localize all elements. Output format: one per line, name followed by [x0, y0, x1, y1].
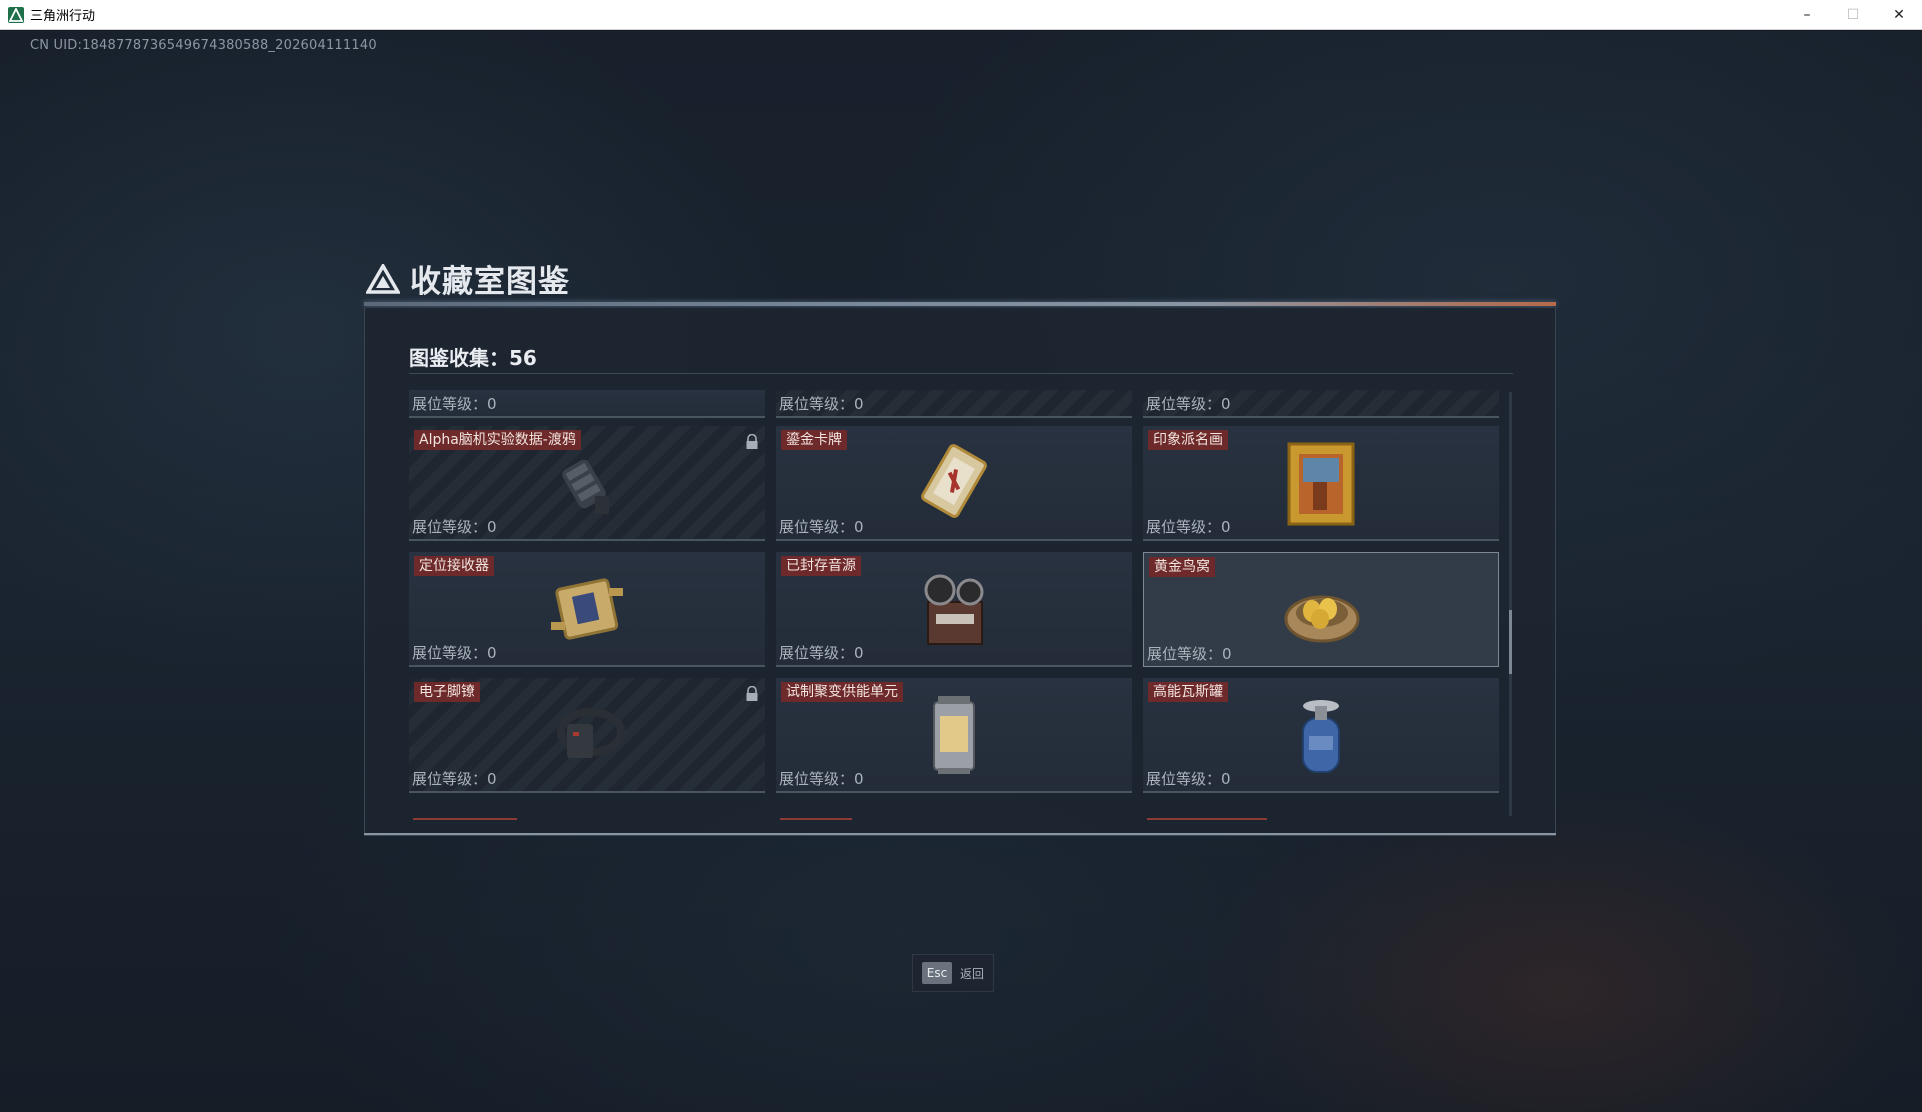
card-level: 展位等级：0 [1147, 645, 1232, 663]
next-row-accent [780, 818, 852, 820]
receiver-icon [551, 578, 623, 640]
grid-card-receiver[interactable]: 定位接收器 展位等级：0 [409, 552, 765, 667]
panel-bottom-divider [364, 833, 1556, 835]
painting-icon [1287, 442, 1355, 526]
grid-card-alpha-data[interactable]: Alpha脑机实验数据-渡鸦 展位等级：0 [409, 426, 765, 541]
card-level: 展位等级：0 [412, 770, 497, 788]
grid-card-reel-recorder[interactable]: 已封存音源 展位等级：0 [776, 552, 1132, 667]
card-level: 展位等级：0 [779, 518, 864, 536]
grid-card-ankle-monitor[interactable]: 电子脚镣 展位等级：0 [409, 678, 765, 793]
window-titlebar: 三角洲行动 – ☐ ✕ [0, 0, 1922, 30]
card-level: 展位等级：0 [1146, 770, 1231, 788]
card-level: 展位等级：0 [412, 644, 497, 662]
brain-device-icon [562, 459, 609, 514]
grid-card-fusion-unit[interactable]: 试制聚变供能单元 展位等级：0 [776, 678, 1132, 793]
card-name: 电子脚镣 [414, 682, 480, 702]
card-name: 试制聚变供能单元 [781, 682, 903, 702]
card-level: 展位等级：0 [779, 395, 864, 413]
golden-nest-icon [1284, 595, 1360, 643]
grid-card-gas-canister[interactable]: 高能瓦斯罐 展位等级：0 [1143, 678, 1499, 793]
close-button[interactable]: ✕ [1876, 0, 1922, 30]
panel-header: 收藏室图鉴 [364, 228, 1556, 306]
window-title: 三角洲行动 [30, 9, 96, 24]
back-label: 返回 [959, 966, 984, 981]
uid-label: CN UID:1848778736549674380588_2026041111… [30, 38, 377, 53]
card-level: 展位等级：0 [1146, 518, 1231, 536]
ankle-monitor-icon [557, 708, 625, 758]
gold-card-icon [921, 444, 987, 518]
card-level: 展位等级：0 [779, 644, 864, 662]
card-name: 印象派名画 [1148, 430, 1228, 450]
next-row-accent [1147, 818, 1267, 820]
app-logo-icon [8, 6, 24, 23]
collection-panel: 图鉴收集：56 展位等级：0 展位等级：0 展位等级：0 Alpha脑机实验数据… [364, 308, 1556, 836]
card-name: Alpha脑机实验数据-渡鸦 [414, 430, 581, 450]
back-button[interactable]: Esc 返回 [912, 954, 994, 992]
card-name: 高能瓦斯罐 [1148, 682, 1228, 702]
esc-key-icon: Esc [921, 962, 952, 984]
lock-icon [746, 434, 758, 449]
card-name: 定位接收器 [414, 556, 494, 576]
grid-card-partial[interactable]: 展位等级：0 [1143, 390, 1499, 418]
grid-card-gold-card[interactable]: 鎏金卡牌 展位等级：0 [776, 426, 1132, 541]
item-grid[interactable]: 展位等级：0 展位等级：0 展位等级：0 Alpha脑机实验数据-渡鸦 展位等级… [409, 390, 1513, 820]
card-level: 展位等级：0 [412, 395, 497, 413]
panel-title-wrap: 收藏室图鉴 [366, 256, 570, 301]
maximize-button[interactable]: ☐ [1830, 0, 1876, 30]
delta-logo-icon [366, 263, 400, 294]
grid-card-partial[interactable]: 展位等级：0 [776, 390, 1132, 418]
scrollbar-thumb[interactable] [1509, 610, 1512, 674]
grid-card-painting[interactable]: 印象派名画 展位等级：0 [1143, 426, 1499, 541]
grid-card-golden-nest[interactable]: 黄金鸟窝 展位等级：0 [1143, 552, 1499, 667]
card-name: 黄金鸟窝 [1149, 557, 1215, 577]
grid-scrollbar[interactable] [1509, 392, 1512, 816]
panel-title: 收藏室图鉴 [410, 264, 570, 300]
minimize-button[interactable]: – [1784, 0, 1830, 30]
card-name: 已封存音源 [781, 556, 861, 576]
window-controls: – ☐ ✕ [1784, 0, 1922, 30]
card-level: 展位等级：0 [779, 770, 864, 788]
panel-top-divider [364, 302, 1556, 306]
lock-icon [746, 686, 758, 701]
card-name: 鎏金卡牌 [781, 430, 847, 450]
reel-recorder-icon [924, 574, 984, 645]
gas-canister-icon [1302, 700, 1340, 773]
grid-card-partial[interactable]: 展位等级：0 [409, 390, 765, 418]
card-level: 展位等级：0 [1146, 395, 1231, 413]
count-divider [409, 373, 1513, 374]
collection-count: 图鉴收集：56 [409, 346, 537, 370]
next-row-accent [413, 818, 517, 820]
card-level: 展位等级：0 [412, 518, 497, 536]
fusion-unit-icon [933, 696, 975, 774]
